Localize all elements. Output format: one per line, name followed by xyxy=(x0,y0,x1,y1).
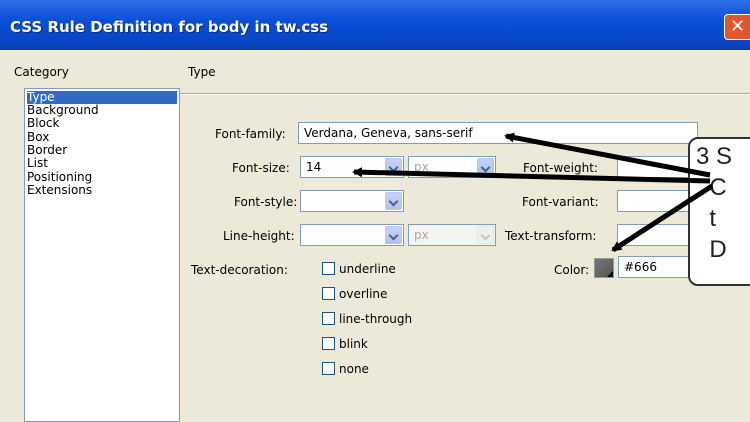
arrow-to-color-swatch xyxy=(611,183,714,253)
arrow-to-font-family xyxy=(504,132,711,178)
annotation-arrows xyxy=(352,132,714,253)
arrow-to-font-size xyxy=(352,167,711,184)
